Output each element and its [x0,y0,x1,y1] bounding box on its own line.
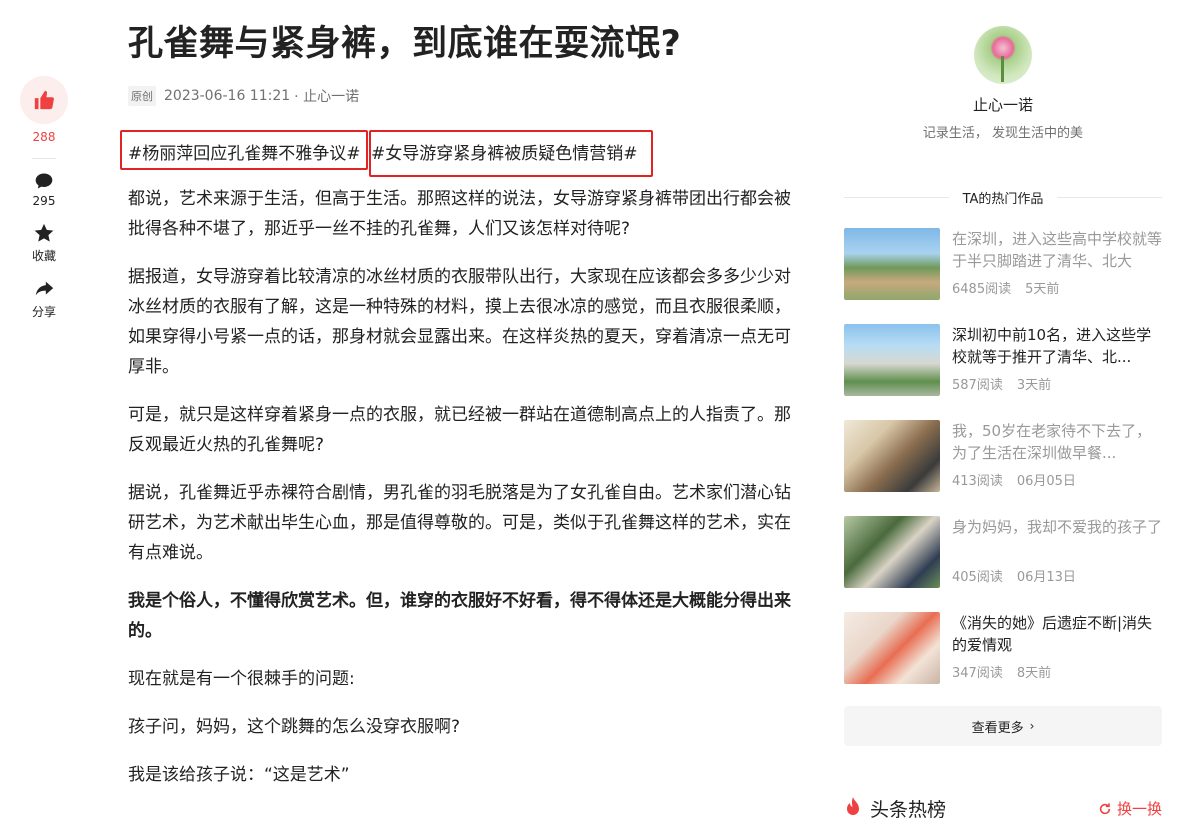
paragraph: 我是该给孩子说：“这是艺术” [128,765,350,785]
publish-date: 2023-06-16 11:21 [164,88,291,104]
comment-icon [35,173,53,189]
work-title[interactable]: 身为妈妈，我却不爱我的孩子了 [952,516,1162,560]
work-thumbnail[interactable] [844,324,940,396]
work-reads: 405阅读 [952,570,1003,585]
work-thumbnail[interactable] [844,420,940,492]
refresh-label: 换一换 [1116,800,1162,818]
share-icon [35,281,54,296]
work-stats: 405阅读 06月13日 [952,566,1162,585]
work-title[interactable]: 《消失的她》后遗症不断|消失的爱情观 [952,612,1162,656]
hot-works-title: TA的热门作品 [962,192,1044,207]
hot-work-item[interactable]: 《消失的她》后遗症不断|消失的爱情观 347阅读 8天前 [844,612,1162,708]
hot-work-item[interactable]: 深圳初中前10名，进入这些学校就等于推开了清华、北... 587阅读 3天前 [844,324,1162,420]
like-count: 288 [32,130,56,144]
hot-work-item[interactable]: 我，50岁在老家待不下去了，为了生活在深圳做早餐... 413阅读 06月05日 [844,420,1162,516]
hot-works-list: 在深圳，进入这些高中学校就等于半只脚踏进了清华、北大 6485阅读 5天前 深圳初… [844,228,1162,708]
work-thumbnail[interactable] [844,228,940,300]
paragraph-bold: 我是个俗人，不懂得欣赏艺术。但，谁穿的衣服好不好看，得不得体还是大概能分得出来的… [128,591,791,641]
hashtag-tour-guide[interactable]: #女导游穿紧身裤被质疑色情营销# [369,130,653,177]
work-title[interactable]: 我，50岁在老家待不下去了，为了生活在深圳做早餐... [952,420,1162,464]
article-title: 孔雀舞与紧身裤，到底谁在耍流氓? [128,24,682,64]
author-name[interactable]: 止心一诺 [844,94,1162,115]
flame-icon [847,797,859,815]
chevron-right-icon: › [1029,719,1035,733]
collect-label: 收藏 [31,249,56,263]
paragraph: 可是，就只是这样穿着紧身一点的衣服，就已经被一群站在道德制高点上的人指责了。那反… [128,405,791,455]
work-stats: 347阅读 8天前 [952,662,1162,681]
work-time: 06月05日 [1016,474,1076,489]
refresh-button[interactable]: 换一换 [1098,798,1162,819]
work-stats: 587阅读 3天前 [952,374,1162,393]
like-button[interactable] [20,76,68,124]
author-bio: 记录生活， 发现生活中的美 [922,126,1084,141]
paragraph: 都说，艺术来源于生活，但高于生活。那照这样的说法，女导游穿紧身裤带团出行都会被批… [128,189,791,239]
hotlist-title: 头条热榜 [870,798,947,821]
paragraph: 据报道，女导游穿着比较清凉的冰丝材质的衣服带队出行，大家现在应该都会多多少少对冰… [128,267,791,377]
collect-button[interactable]: 收藏 [32,222,56,264]
divider [1057,197,1163,198]
paragraph: 孩子问，妈妈，这个跳舞的怎么没穿衣服啊? [128,717,461,737]
hot-work-item[interactable]: 身为妈妈，我却不爱我的孩子了 405阅读 06月13日 [844,516,1162,612]
work-reads: 6485阅读 [952,282,1012,297]
work-time: 3天前 [1016,378,1052,393]
hot-work-item[interactable]: 在深圳，进入这些高中学校就等于半只脚踏进了清华、北大 6485阅读 5天前 [844,228,1162,324]
hotlist-header: 头条热榜 换一换 [844,794,1162,822]
hashtag-row: #杨丽萍回应孔雀舞不雅争议# #女导游穿紧身裤被质疑色情营销# [120,130,806,184]
comment-count: 295 [32,194,56,208]
hot-works-header: TA的热门作品 [844,188,1163,207]
hashtag-yang-liping[interactable]: #杨丽萍回应孔雀舞不雅争议# [120,130,368,170]
work-time: 5天前 [1025,282,1060,297]
view-more-button[interactable]: 查看更多 › [844,706,1162,746]
author-link[interactable]: · 止心一诺 [294,86,359,106]
star-icon [34,223,54,242]
article: 孔雀舞与紧身裤，到底谁在耍流氓? 原创 2023-06-16 11:21 · 止… [120,18,806,808]
paragraph: 据说，孔雀舞近乎赤裸符合剧情，男孔雀的羽毛脱落是为了女孔雀自由。艺术家们潜心钻研… [128,483,791,563]
work-title[interactable]: 深圳初中前10名，进入这些学校就等于推开了清华、北... [952,324,1162,368]
rail-divider [32,158,56,159]
article-meta: 原创 2023-06-16 11:21 · 止心一诺 [128,86,806,106]
work-reads: 347阅读 [952,666,1003,681]
work-reads: 413阅读 [952,474,1003,489]
work-time: 06月13日 [1016,570,1076,585]
work-time: 8天前 [1016,666,1052,681]
work-stats: 6485阅读 5天前 [952,278,1162,297]
view-more-label: 查看更多 [971,720,1024,736]
action-rail: 288 295 收藏 分享 [20,76,68,334]
original-badge: 原创 [128,86,156,106]
paragraph: 现在就是有一个很棘手的问题: [128,669,355,689]
comment-button[interactable]: 295 [32,171,56,208]
work-title[interactable]: 在深圳，进入这些高中学校就等于半只脚踏进了清华、北大 [952,228,1162,272]
divider [844,197,949,198]
work-stats: 413阅读 06月05日 [952,470,1162,489]
work-thumbnail[interactable] [844,516,940,588]
share-button[interactable]: 分享 [32,278,56,320]
work-reads: 587阅读 [952,378,1003,393]
work-thumbnail[interactable] [844,612,940,684]
share-label: 分享 [31,305,56,319]
refresh-icon [1099,802,1111,814]
avatar[interactable] [974,26,1032,84]
thumbs-up-icon [34,90,54,110]
